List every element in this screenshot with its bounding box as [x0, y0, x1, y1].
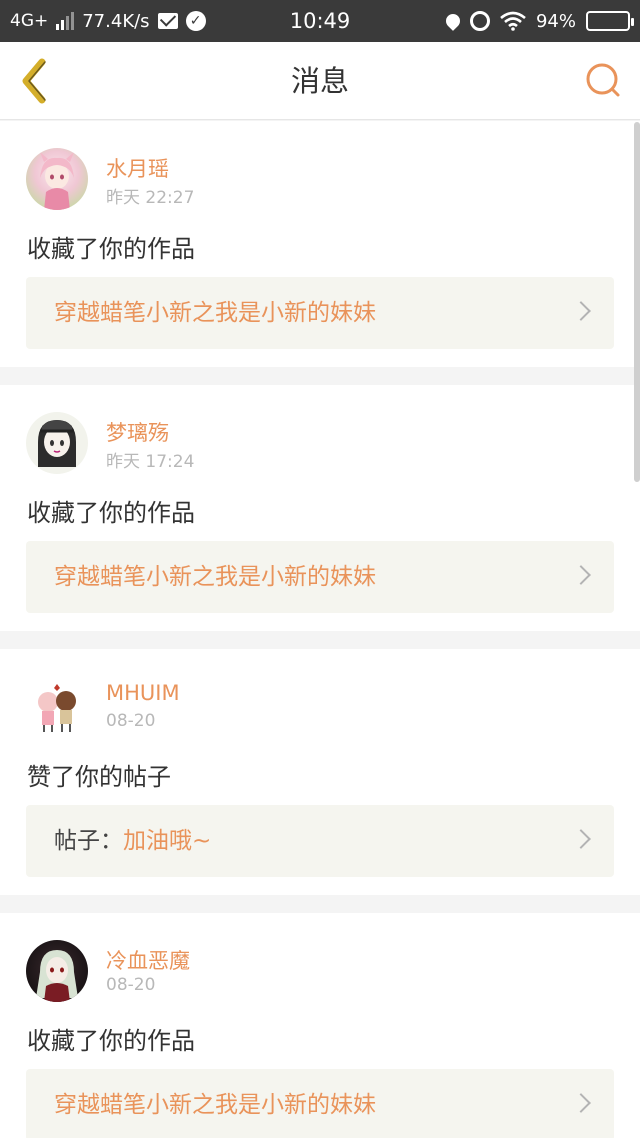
chevron-right-icon [571, 565, 591, 585]
sender-name[interactable]: MHUIM [106, 681, 180, 705]
message-card: MHUIM 08-20 赞了你的帖子 帖子：加油哦~ [0, 649, 640, 895]
chevron-right-icon [571, 301, 591, 321]
work-title: 穿越蜡笔小新之我是小新的妹妹 [54, 1069, 376, 1138]
message-card: 水月瑶 昨天 22:27 收藏了你的作品 穿越蜡笔小新之我是小新的妹妹 [0, 121, 640, 367]
post-link[interactable]: 帖子：加油哦~ [26, 805, 614, 877]
message-action: 收藏了你的作品 [27, 1027, 195, 1055]
message-time: 昨天 22:27 [106, 188, 195, 208]
message-action: 赞了你的帖子 [27, 763, 171, 791]
status-bar: 4G+ 77.4K/s ✓ 10:49 94% [0, 0, 640, 42]
dark-anime-avatar[interactable] [26, 940, 88, 1002]
sender-name[interactable]: 水月瑶 [106, 153, 169, 183]
ref-title: 穿越蜡笔小新之我是小新的妹妹 [54, 1092, 376, 1118]
chevron-right-icon [571, 1093, 591, 1113]
work-link[interactable]: 穿越蜡笔小新之我是小新的妹妹 [26, 277, 614, 349]
message-time: 昨天 17:24 [106, 452, 195, 472]
cap-girl-avatar[interactable] [26, 412, 88, 474]
search-icon [586, 63, 620, 97]
work-title: 穿越蜡笔小新之我是小新的妹妹 [54, 541, 376, 613]
post-title: 帖子：加油哦~ [54, 805, 211, 877]
wifi-icon [500, 11, 526, 31]
message-time: 08-20 [106, 711, 156, 731]
couple-avatar[interactable] [26, 676, 88, 738]
ref-title: 穿越蜡笔小新之我是小新的妹妹 [54, 300, 376, 326]
search-button[interactable] [582, 58, 626, 102]
ref-prefix: 帖子： [54, 828, 123, 854]
scrollbar[interactable] [634, 122, 640, 482]
alarm-icon [469, 11, 490, 31]
battery-icon [586, 11, 634, 31]
ref-title: 加油哦~ [123, 828, 212, 854]
work-title: 穿越蜡笔小新之我是小新的妹妹 [54, 277, 376, 349]
page-title: 消息 [290, 64, 349, 98]
message-time: 08-20 [106, 975, 156, 995]
ref-title: 穿越蜡笔小新之我是小新的妹妹 [54, 564, 376, 590]
message-card: 冷血恶魔 08-20 收藏了你的作品 穿越蜡笔小新之我是小新的妹妹 [0, 913, 640, 1138]
sender-name[interactable]: 冷血恶魔 [106, 945, 190, 975]
app-header: 消息 [0, 42, 640, 120]
location-icon [443, 11, 463, 31]
chevron-right-icon [571, 829, 591, 849]
message-action: 收藏了你的作品 [27, 499, 195, 527]
status-right: 94% [443, 0, 634, 42]
message-card: 梦璃殇 昨天 17:24 收藏了你的作品 穿越蜡笔小新之我是小新的妹妹 [0, 385, 640, 631]
anime-girl-avatar[interactable] [26, 148, 88, 210]
battery-percent: 94% [535, 10, 576, 32]
work-link[interactable]: 穿越蜡笔小新之我是小新的妹妹 [26, 1069, 614, 1138]
work-link[interactable]: 穿越蜡笔小新之我是小新的妹妹 [26, 541, 614, 613]
sender-name[interactable]: 梦璃殇 [106, 417, 169, 447]
message-action: 收藏了你的作品 [27, 235, 195, 263]
